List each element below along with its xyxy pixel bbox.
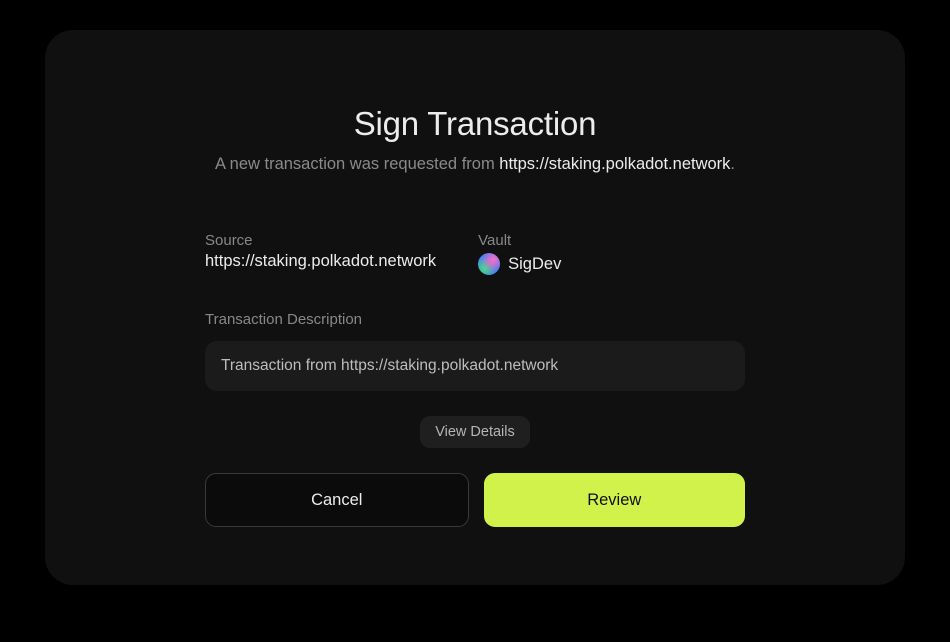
vault-value: SigDev (478, 253, 561, 275)
vault-label: Vault (478, 232, 561, 249)
page-subtitle: A new transaction was requested from htt… (205, 155, 745, 174)
sign-transaction-card: Sign Transaction A new transaction was r… (45, 30, 905, 585)
page-title: Sign Transaction (205, 105, 745, 143)
subtitle-prefix: A new transaction was requested from (215, 155, 499, 173)
source-label: Source (205, 232, 436, 249)
meta-row: Source https://staking.polkadot.network … (205, 232, 745, 275)
description-input[interactable] (205, 341, 745, 391)
review-button[interactable]: Review (484, 473, 746, 527)
view-details-button[interactable]: View Details (420, 416, 530, 448)
subtitle-origin: https://staking.polkadot.network (499, 155, 730, 173)
vault-block: Vault SigDev (478, 232, 561, 275)
actions-row: Cancel Review (205, 473, 745, 527)
source-value: https://staking.polkadot.network (205, 252, 436, 271)
vault-name: SigDev (508, 255, 561, 274)
description-label: Transaction Description (205, 311, 745, 328)
cancel-button[interactable]: Cancel (205, 473, 469, 527)
source-block: Source https://staking.polkadot.network (205, 232, 436, 275)
vault-avatar-icon (478, 253, 500, 275)
subtitle-suffix: . (730, 155, 735, 173)
